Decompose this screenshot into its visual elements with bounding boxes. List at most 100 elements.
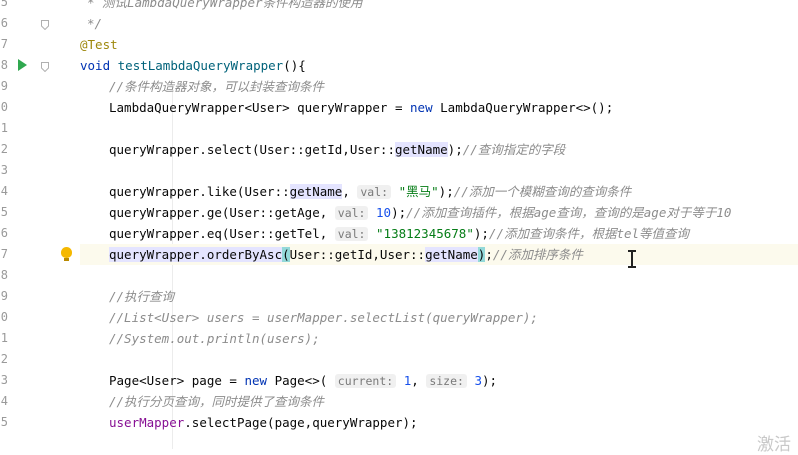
code-token-hl: getName bbox=[289, 184, 343, 199]
code-token-plain: User::getId,User:: bbox=[289, 247, 426, 262]
code-line[interactable]: */ bbox=[80, 13, 798, 34]
gutter-line: 3 bbox=[0, 370, 80, 391]
code-token-plain: queryWrapper.eq(User::getTel, bbox=[109, 226, 335, 241]
code-token-doc: */ bbox=[87, 16, 103, 31]
code-token-cmt: //List<User> users = userMapper.selectLi… bbox=[109, 310, 538, 325]
code-token-cmt: //添加一个模糊查询的查询条件 bbox=[453, 184, 632, 199]
code-line[interactable]: userMapper.selectPage(page,queryWrapper)… bbox=[80, 412, 798, 433]
code-token-field: userMapper bbox=[109, 415, 185, 430]
code-token-brace: ( bbox=[282, 247, 290, 262]
gutter-line: 0 bbox=[0, 307, 80, 328]
code-token-plain: (){ bbox=[283, 58, 306, 73]
code-token-plain: .selectPage(page,queryWrapper); bbox=[184, 415, 418, 430]
code-token-plain: , bbox=[342, 184, 358, 199]
code-token-cmt: //查询指定的字段 bbox=[462, 142, 566, 157]
fold-marker-icon[interactable] bbox=[41, 60, 49, 73]
code-line[interactable]: //条件构造器对象，可以封装查询条件 bbox=[80, 76, 798, 97]
code-line[interactable] bbox=[80, 160, 798, 181]
fold-marker-icon[interactable] bbox=[41, 18, 49, 31]
code-token-plain: ); bbox=[447, 142, 463, 157]
code-token-kw: new bbox=[410, 100, 441, 115]
code-token-hlbox: queryWrapper.orderByAsc bbox=[109, 247, 283, 262]
gutter-line: 9 bbox=[0, 286, 80, 307]
line-number: 5 bbox=[0, 415, 8, 429]
line-number: 5 bbox=[0, 0, 8, 9]
gutter-line: 8 bbox=[0, 265, 80, 286]
code-token-plain: ; bbox=[485, 247, 493, 262]
line-number: 3 bbox=[0, 373, 8, 387]
gutter-line: 6 bbox=[0, 223, 80, 244]
code-token-plain: , bbox=[411, 373, 427, 388]
code-line[interactable]: //System.out.println(users); bbox=[80, 328, 798, 349]
code-token-cmt: //System.out.println(users); bbox=[109, 331, 320, 346]
gutter-line: 7 bbox=[0, 34, 80, 55]
code-token-cmt: //添加查询条件，根据tel等值查询 bbox=[488, 226, 690, 241]
code-line[interactable]: //List<User> users = userMapper.selectLi… bbox=[80, 307, 798, 328]
code-token-hl: getName bbox=[394, 142, 448, 157]
code-line[interactable]: queryWrapper.like(User::getName, val: "黑… bbox=[80, 181, 798, 202]
code-token-cmt: //执行分页查询，同时提供了查询条件 bbox=[109, 394, 325, 409]
code-token-hint: val: bbox=[334, 206, 369, 220]
code-line[interactable]: @Test bbox=[80, 34, 798, 55]
code-line[interactable]: //执行查询 bbox=[80, 286, 798, 307]
code-token-hl: getName bbox=[425, 247, 478, 262]
code-line[interactable] bbox=[80, 349, 798, 370]
code-token-plain: Page<>( bbox=[274, 373, 335, 388]
intention-bulb-icon[interactable] bbox=[61, 247, 72, 261]
code-line[interactable]: queryWrapper.ge(User::getAge, val: 10);/… bbox=[80, 202, 798, 223]
line-number: 0 bbox=[0, 100, 8, 114]
run-test-icon[interactable] bbox=[18, 59, 27, 71]
code-token-plain: ); bbox=[438, 184, 454, 199]
gutter-line: 4 bbox=[0, 391, 80, 412]
line-number: 1 bbox=[0, 331, 8, 345]
line-number: 6 bbox=[0, 16, 8, 30]
gutter-line: 5 bbox=[0, 202, 80, 223]
line-number: 9 bbox=[0, 289, 8, 303]
code-token-kw: void bbox=[80, 58, 118, 73]
code-token-ann: @Test bbox=[80, 37, 118, 52]
code-token-cmt: //执行查询 bbox=[109, 289, 175, 304]
code-token-plain: LambdaQueryWrapper<>(); bbox=[440, 100, 614, 115]
code-token-str: "13812345678" bbox=[376, 226, 474, 241]
code-line[interactable]: Page<User> page = new Page<>( current: 1… bbox=[80, 370, 798, 391]
code-editor[interactable]: * 测试LambdaQueryWrapper条件构造器的使用 */ @Test voi… bbox=[80, 0, 798, 449]
gutter-line: 1 bbox=[0, 118, 80, 139]
line-number: 6 bbox=[0, 226, 8, 240]
code-token-plain: queryWrapper.select(User::getId,User:: bbox=[109, 142, 395, 157]
code-token-plain: queryWrapper.like(User:: bbox=[109, 184, 290, 199]
code-token-plain: LambdaQueryWrapper<User> queryWrapper = bbox=[109, 100, 411, 115]
code-token-kw: new bbox=[244, 373, 275, 388]
code-token-plain: Page<User> page = bbox=[109, 373, 245, 388]
gutter-line: 4 bbox=[0, 181, 80, 202]
line-number: 4 bbox=[0, 394, 8, 408]
code-token-plain: ); bbox=[391, 205, 407, 220]
line-number: 5 bbox=[0, 205, 8, 219]
gutter-line: 2 bbox=[0, 349, 80, 370]
code-line[interactable]: void testLambdaQueryWrapper(){ bbox=[80, 55, 798, 76]
gutter-line: 9 bbox=[0, 76, 80, 97]
code-line[interactable] bbox=[80, 265, 798, 286]
line-number: 4 bbox=[0, 184, 8, 198]
code-line-current[interactable]: queryWrapper.orderByAsc(User::getId,User… bbox=[80, 244, 798, 265]
code-line[interactable]: //执行分页查询，同时提供了查询条件 bbox=[80, 391, 798, 412]
gutter-line: 6 bbox=[0, 13, 80, 34]
code-line[interactable]: queryWrapper.select(User::getId,User::ge… bbox=[80, 139, 798, 160]
code-token-hint: val: bbox=[334, 227, 369, 241]
activation-watermark: 激活 bbox=[757, 435, 791, 455]
code-line[interactable]: * 测试LambdaQueryWrapper条件构造器的使用 bbox=[80, 0, 798, 13]
code-token-cmt: //添加查询插件，根据age查询，查询的是age对于等于10 bbox=[406, 205, 732, 220]
code-token-str: "黑马" bbox=[398, 184, 439, 199]
code-token-method: testLambdaQueryWrapper bbox=[117, 58, 284, 73]
code-token-num: 10 bbox=[376, 205, 392, 220]
gutter-line: 1 bbox=[0, 328, 80, 349]
code-line[interactable]: LambdaQueryWrapper<User> queryWrapper = … bbox=[80, 97, 798, 118]
code-token-doc: * 测试LambdaQueryWrapper条件构造器的使用 bbox=[87, 0, 363, 10]
code-line[interactable]: queryWrapper.eq(User::getTel, val: "1381… bbox=[80, 223, 798, 244]
code-token-plain: ); bbox=[473, 226, 489, 241]
code-token-cmt: //条件构造器对象，可以封装查询条件 bbox=[109, 79, 325, 94]
line-number: 8 bbox=[0, 58, 8, 72]
code-line[interactable] bbox=[80, 118, 798, 139]
text-cursor bbox=[628, 250, 636, 268]
